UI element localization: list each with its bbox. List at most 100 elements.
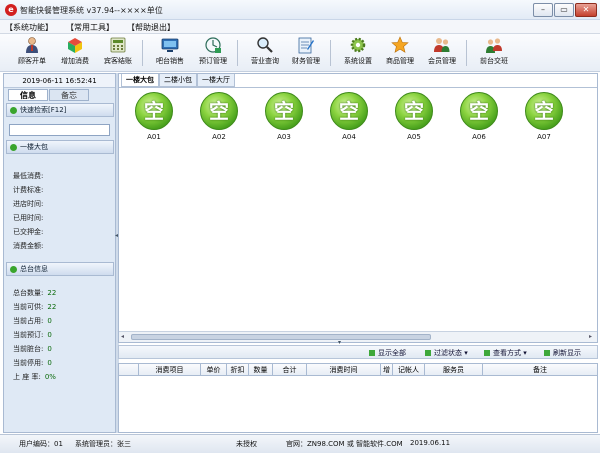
col-time: 消费时间 xyxy=(307,364,381,376)
col-price: 单价 xyxy=(201,364,227,376)
room-info-header: 一楼大包 xyxy=(6,140,114,154)
finance-button[interactable]: 财务管理 xyxy=(286,36,326,70)
show-all-button[interactable]: 显示全部 xyxy=(369,348,406,358)
user-code: 用户编码：01 xyxy=(19,440,63,448)
booking-button[interactable]: 预订管理 xyxy=(193,36,233,70)
customer-order-button[interactable]: 顾客开单 xyxy=(12,36,52,70)
checkout-icon xyxy=(110,37,126,53)
charge-standard-label: 计费标准: xyxy=(13,186,44,194)
app-logo-icon: e xyxy=(5,4,17,16)
green-square-icon xyxy=(425,350,431,356)
window-title: 智能快餐管理系统 v37.94--××××单位 xyxy=(20,6,163,15)
summary-row: 当前停用: 0 xyxy=(13,359,52,367)
status-dot-icon xyxy=(10,107,17,114)
status-date: 2019.06.11 xyxy=(410,439,451,447)
minimize-button[interactable]: – xyxy=(533,3,553,17)
green-square-icon xyxy=(369,350,375,356)
room-tab-floor1-hall[interactable]: 一楼大厅 xyxy=(197,74,235,87)
toolbar-separator xyxy=(237,40,238,66)
action-bar: 显示全部 过滤状态 ▾ 查看方式 ▾ 刷新显示 xyxy=(118,345,598,359)
scroll-right-icon[interactable]: ▸ xyxy=(589,333,592,340)
menu-bar: 【系统功能】 【常用工具】 【帮助退出】 xyxy=(0,20,600,34)
horizontal-scrollbar[interactable]: ◂ ▸ xyxy=(119,331,597,342)
status-dot-icon xyxy=(10,266,17,273)
title-bar: e 智能快餐管理系统 v37.94--××××单位 – ▭ ✕ xyxy=(0,0,600,20)
close-button[interactable]: ✕ xyxy=(575,3,597,17)
toolbar-separator xyxy=(466,40,467,66)
room-tile[interactable]: 空 A02 xyxy=(193,92,245,144)
toolbar: 顾客开单 增加消费 宾客结账 吧台销售 预订管理 营业查询 财务管理 系统设置 … xyxy=(0,34,600,72)
operator-name: 系统管理员：张三 xyxy=(75,440,131,448)
room-tile[interactable]: 空 A04 xyxy=(323,92,375,144)
summary-header: 总台信息 xyxy=(6,262,114,276)
checkout-button[interactable]: 宾客结账 xyxy=(98,36,138,70)
green-square-icon xyxy=(484,350,490,356)
col-note: 备注 xyxy=(533,366,547,374)
col-quantity: 数量 xyxy=(249,364,273,376)
consumption-table: 消费项目 单价 折扣 数量 合计 消费时间 增 记帐人 服务员 备注 xyxy=(118,363,598,433)
menu-system[interactable]: 【系统功能】 xyxy=(5,22,53,33)
add-consume-icon xyxy=(68,38,82,53)
room-tab-floor2-small[interactable]: 二楼小包 xyxy=(159,74,197,87)
tab-divider xyxy=(119,87,597,88)
view-mode-dropdown[interactable]: 查看方式 ▾ xyxy=(484,348,527,358)
scrollbar-thumb[interactable] xyxy=(131,334,431,340)
system-settings-button[interactable]: 系统设置 xyxy=(338,36,378,70)
col-item: 消费项目 xyxy=(139,364,201,376)
website-info: 官网：ZN98.COM 或 智能软件.COM xyxy=(286,440,403,448)
add-consume-button[interactable]: 增加消费 xyxy=(55,36,95,70)
status-bar: 用户编码：01 系统管理员：张三 未授权 官网：ZN98.COM 或 智能软件.… xyxy=(0,434,600,453)
filter-status-dropdown[interactable]: 过滤状态 ▾ xyxy=(425,348,468,358)
col-total: 合计 xyxy=(273,364,307,376)
quick-search-input[interactable] xyxy=(9,124,110,136)
tab-info[interactable]: 信息 xyxy=(8,89,48,101)
free-room-icon: 空 xyxy=(200,92,238,130)
shift-icon xyxy=(486,38,502,53)
toolbar-separator xyxy=(142,40,143,66)
refresh-button[interactable]: 刷新显示 xyxy=(544,348,581,358)
summary-row: 当前预订: 0 xyxy=(13,331,52,339)
free-room-icon: 空 xyxy=(460,92,498,130)
member-manage-button[interactable]: 会员管理 xyxy=(422,36,462,70)
menu-tools[interactable]: 【常用工具】 xyxy=(66,22,114,33)
col-waiter: 服务员 xyxy=(425,364,483,376)
room-tile[interactable]: 空 A05 xyxy=(388,92,440,144)
room-area: 一楼大包 二楼小包 一楼大厅 空 A01 空 A02 空 A03 空 A04 空 A05 … xyxy=(118,73,598,343)
member-icon xyxy=(434,38,450,52)
free-room-icon: 空 xyxy=(525,92,563,130)
business-query-button[interactable]: 营业查询 xyxy=(245,36,285,70)
checkin-time-label: 进店时间: xyxy=(13,200,44,208)
col-index xyxy=(119,364,139,376)
free-room-icon: 空 xyxy=(265,92,303,130)
room-tab-floor1-large[interactable]: 一楼大包 xyxy=(121,74,159,87)
free-room-icon: 空 xyxy=(330,92,368,130)
col-gift: 增 xyxy=(381,364,393,376)
bar-sale-icon xyxy=(161,38,179,52)
table-header: 消费项目 单价 折扣 数量 合计 消费时间 增 记帐人 服务员 备注 xyxy=(119,364,597,376)
status-dot-icon xyxy=(10,144,17,151)
min-consume-label: 最低消费: xyxy=(13,172,44,180)
toolbar-separator xyxy=(330,40,331,66)
green-square-icon xyxy=(544,350,550,356)
menu-help[interactable]: 【帮助退出】 xyxy=(127,22,175,33)
room-tile[interactable]: 空 A06 xyxy=(453,92,505,144)
maximize-button[interactable]: ▭ xyxy=(554,3,574,17)
summary-row: 总台数量: 22 xyxy=(13,289,57,297)
bar-sale-button[interactable]: 吧台销售 xyxy=(150,36,190,70)
free-room-icon: 空 xyxy=(135,92,173,130)
summary-row: 当前脏台: 0 xyxy=(13,345,52,353)
star-icon xyxy=(391,36,409,53)
room-tile[interactable]: 空 A07 xyxy=(518,92,570,144)
product-manage-button[interactable]: 商品管理 xyxy=(380,36,420,70)
scroll-left-icon[interactable]: ◂ xyxy=(121,333,124,340)
deposit-label: 已交押金: xyxy=(13,228,44,236)
room-tile[interactable]: 空 A03 xyxy=(258,92,310,144)
search-icon xyxy=(257,37,273,53)
shift-handover-button[interactable]: 前台交班 xyxy=(474,36,514,70)
room-tile[interactable]: 空 A01 xyxy=(128,92,180,144)
used-time-label: 已用时间: xyxy=(13,214,44,222)
summary-row: 当前可供: 22 xyxy=(13,303,57,311)
summary-row: 上 座 率: 0% xyxy=(13,373,56,381)
datetime-display: 2019-06-11 16:52:41 xyxy=(4,74,115,88)
tab-memo[interactable]: 备忘 xyxy=(49,89,89,101)
